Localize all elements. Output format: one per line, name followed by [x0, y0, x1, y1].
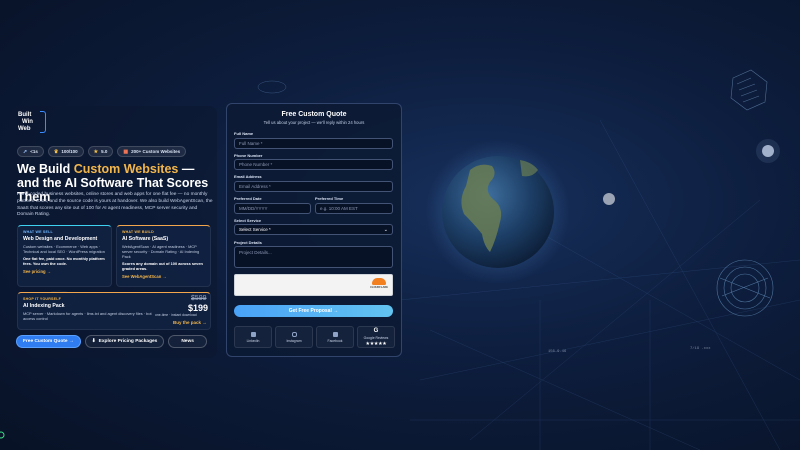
service-label: Select Service [234, 218, 262, 223]
phone-input[interactable]: Phone Number * [234, 159, 393, 170]
free-quote-button[interactable]: Free Custom Quote → [16, 335, 81, 348]
status-dot [0, 431, 5, 439]
full-name-input[interactable]: Full Name * [234, 138, 393, 149]
card-kicker: WHAT WE SELL [23, 230, 53, 234]
badge-score: ♛ 100/100 [47, 146, 84, 157]
details-label: Project Details [234, 240, 262, 245]
see-webagentscan-link[interactable]: See WebAgentScan → [122, 274, 205, 279]
card-highlight: Scores any domain out of 100 across seve… [122, 261, 203, 271]
coordinate-tag-1: 156.9.46 [548, 350, 567, 354]
satellite-top [730, 69, 768, 111]
card-body: MCP server · Markdown for agents · llms.… [23, 311, 152, 321]
trophy-icon: ♛ [53, 148, 59, 155]
headline-part1: We Build [17, 162, 74, 176]
badge-rating: ★ 5.0 [87, 146, 114, 157]
explore-pricing-button[interactable]: ⬇ Explore Pricing Packages [84, 335, 165, 348]
star-icon: ★ [93, 148, 99, 155]
instagram-label: Instagram [286, 338, 302, 343]
download-icon: ⬇ [91, 339, 96, 344]
page: Built Win Web ➚ <1s ♛ 100/100 ★ 5.0 ▦ 20… [0, 0, 800, 450]
email-input[interactable]: Email Address * [234, 181, 393, 192]
captcha-widget[interactable]: CLOUDFLARE [234, 274, 393, 296]
form-title: Free Custom Quote [281, 111, 347, 118]
review-stars: ★★★★★ [365, 340, 387, 347]
date-label: Preferred Date [234, 196, 262, 201]
linkedin-icon [250, 331, 256, 337]
card-kicker: SHOP IT YOURSELF [23, 297, 62, 301]
explore-pricing-label: Explore Pricing Packages [98, 339, 158, 344]
card-title: AI Indexing Pack [23, 303, 65, 309]
logo-bracket [40, 111, 46, 133]
instagram-link[interactable]: Instagram [275, 326, 313, 348]
service-select[interactable]: Select Service * ⌄ [234, 224, 393, 235]
instagram-icon [291, 331, 297, 337]
card-highlight: One flat fee, paid once. No monthly plat… [23, 256, 105, 266]
current-price: $199 [188, 303, 209, 313]
date-input[interactable]: MM/DD/YYYY [234, 203, 311, 214]
google-reviews-link[interactable]: G Google Reviews ★★★★★ [357, 326, 395, 348]
satellite-bottom [716, 259, 774, 317]
card-what-we-build: WHAT WE BUILD AI Software (SaaS) WebAgen… [116, 225, 211, 287]
hero-actions: Free Custom Quote → ⬇ Explore Pricing Pa… [16, 335, 207, 348]
phone-label: Phone Number [234, 153, 263, 158]
full-name-label: Full Name [234, 131, 254, 136]
arrow-icon: ➚ [23, 148, 28, 155]
card-body: WebAgentScan · AI agent readiness · MCP … [122, 244, 200, 259]
facebook-link[interactable]: Facebook [316, 326, 354, 348]
old-price: $599 [191, 295, 207, 302]
moon [603, 193, 615, 205]
google-icon: G [373, 327, 379, 334]
linkedin-label: LinkedIn [246, 338, 260, 343]
buy-pack-link[interactable]: Buy the pack → [173, 320, 207, 325]
time-input[interactable]: e.g. 10:00 AM EST [315, 203, 393, 214]
price-note: one-time · instant download [155, 313, 197, 317]
hero-description: Hand-coded business websites, online sto… [17, 192, 213, 218]
badge-rating-text: 5.0 [101, 149, 108, 154]
google-reviews-label: Google Reviews [363, 335, 389, 340]
cloudflare-wordmark: CLOUDFLARE [370, 286, 388, 289]
cloud-icon [372, 278, 386, 285]
badge-speed: ➚ <1s [17, 146, 44, 157]
headline-accent: Custom Websites [73, 162, 179, 176]
social-links: LinkedIn Instagram Facebook G Google Rev… [234, 326, 395, 348]
card-what-we-sell: WHAT WE SELL Web Design and Development … [17, 225, 112, 287]
facebook-label: Facebook [327, 338, 343, 343]
chevron-down-icon: ⌄ [383, 226, 388, 233]
badge-count-text: 200+ Custom Websites [131, 149, 181, 154]
grid-icon: ▦ [123, 148, 129, 155]
get-proposal-button[interactable]: Get Free Proposal → [234, 305, 393, 317]
card-title: Web Design and Development [23, 236, 98, 242]
service-value: Select Service * [239, 227, 271, 232]
facebook-icon [332, 331, 338, 337]
see-pricing-link[interactable]: See pricing → [23, 269, 106, 274]
details-textarea[interactable]: Project Details... [234, 246, 393, 268]
badge-count: ▦ 200+ Custom Websites [117, 146, 187, 157]
form-subtitle: Tell us about your project — we'll reply… [263, 120, 365, 125]
trust-badges: ➚ <1s ♛ 100/100 ★ 5.0 ▦ 200+ Custom Webs… [17, 146, 187, 157]
badge-speed-text: <1s [30, 149, 38, 154]
badge-score-text: 100/100 [61, 149, 78, 154]
email-label: Email Address [234, 174, 262, 179]
cloudflare-logo: CLOUDFLARE [369, 278, 389, 292]
news-button[interactable]: News [168, 335, 207, 348]
time-label: Preferred Time [315, 196, 344, 201]
moon-2-glow [756, 139, 780, 163]
coordinate-tag-2: 7/19 .xxx [690, 347, 711, 351]
card-title: AI Software (SaaS) [122, 236, 169, 242]
card-kicker: WHAT WE BUILD [122, 230, 154, 234]
card-body: Custom websites · Ecommerce · Web apps ·… [23, 244, 105, 254]
linkedin-link[interactable]: LinkedIn [234, 326, 272, 348]
